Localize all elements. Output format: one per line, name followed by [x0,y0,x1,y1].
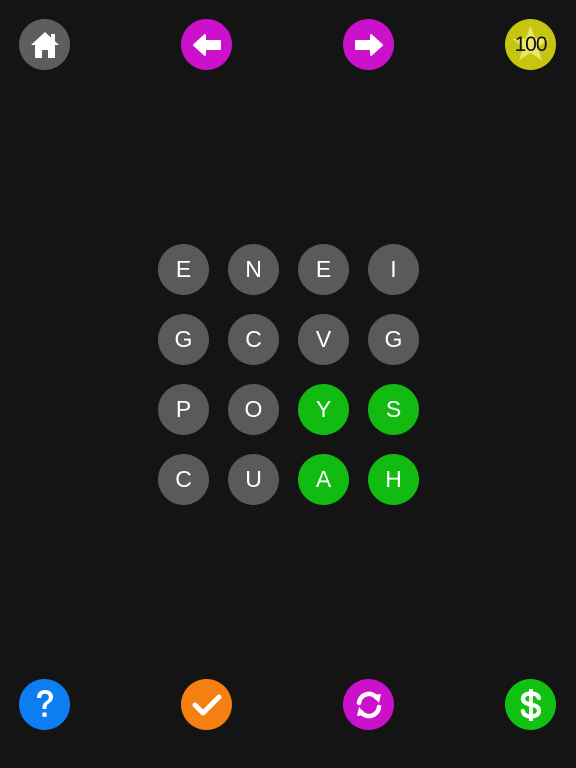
game-screen: 100 ENEIGCVGPOYSCUAH [0,0,576,768]
letter-tile[interactable]: C [228,314,279,365]
dollar-icon [520,688,541,721]
shuffle-button[interactable] [343,679,394,730]
letter-tile[interactable]: N [228,244,279,295]
letter-tile[interactable]: P [158,384,209,435]
letter-tile[interactable]: O [228,384,279,435]
letter-tile[interactable]: Y [298,384,349,435]
home-icon [30,31,59,58]
letter-tile[interactable]: S [368,384,419,435]
refresh-icon [356,691,381,718]
letter-tile[interactable]: E [298,244,349,295]
arrow-right-icon [354,33,383,56]
letter-tile[interactable]: I [368,244,419,295]
coins-button[interactable]: 100 [505,19,556,70]
letter-tile[interactable]: V [298,314,349,365]
letter-tile[interactable]: H [368,454,419,505]
arrow-left-icon [192,33,221,56]
shop-button[interactable] [505,679,556,730]
letter-tile[interactable]: E [158,244,209,295]
submit-word-button[interactable] [181,679,232,730]
letter-tile[interactable]: C [158,454,209,505]
letter-tile[interactable]: U [228,454,279,505]
next-level-button[interactable] [343,19,394,70]
checkmark-icon [192,694,221,715]
coins-badge: 100 [505,19,556,70]
previous-level-button[interactable] [181,19,232,70]
letter-tile[interactable]: A [298,454,349,505]
question-icon [36,689,53,717]
help-button[interactable] [19,679,70,730]
letter-tile[interactable]: G [158,314,209,365]
letter-tile[interactable]: G [368,314,419,365]
coins-count: 100 [514,32,547,56]
home-button[interactable] [19,19,70,70]
letter-grid: ENEIGCVGPOYSCUAH [158,244,420,505]
